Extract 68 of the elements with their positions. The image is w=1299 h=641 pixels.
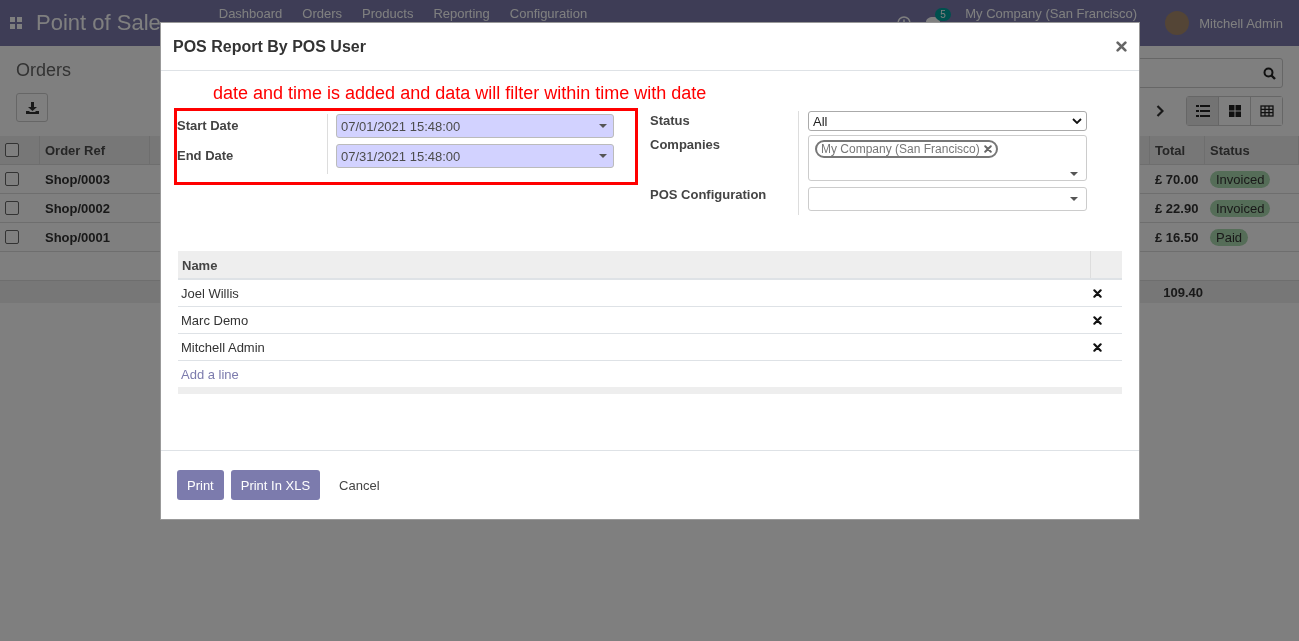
status-badge: Invoiced bbox=[1210, 170, 1271, 188]
company-tag: My Company (San Francisco) bbox=[815, 140, 998, 158]
search-icon bbox=[1263, 66, 1276, 80]
table-cell: £ 16.50 bbox=[1150, 223, 1205, 252]
apps-menu-icon[interactable] bbox=[10, 17, 22, 29]
companies-field[interactable]: My Company (San Francisco) bbox=[808, 135, 1087, 181]
dialog-title: POS Report By POS User bbox=[173, 37, 366, 56]
table-cell: £ 70.00 bbox=[1150, 165, 1205, 194]
table-cell: Shop/0001 bbox=[40, 223, 150, 252]
table-cell: Joel Willis bbox=[181, 285, 239, 301]
menu-item[interactable]: Reporting bbox=[433, 6, 490, 21]
status-badge: Invoiced bbox=[1210, 199, 1271, 217]
app-title: Point of Sale bbox=[36, 10, 161, 36]
checkbox[interactable] bbox=[5, 143, 19, 157]
menu-item[interactable]: Products bbox=[362, 6, 414, 21]
total-sum: 109.40 bbox=[1163, 284, 1203, 300]
cancel-button[interactable]: Cancel bbox=[329, 470, 390, 500]
table-cell: Mitchell Admin bbox=[181, 339, 265, 355]
checkbox[interactable] bbox=[5, 172, 19, 186]
close-icon[interactable] bbox=[1116, 41, 1127, 52]
caret-icon bbox=[1070, 172, 1078, 176]
download-icon bbox=[25, 101, 39, 114]
date-field[interactable]: 07/31/2021 15:48:00 bbox=[336, 144, 614, 168]
delete-icon[interactable] bbox=[1093, 288, 1102, 298]
menu-item[interactable]: Orders bbox=[302, 6, 343, 21]
caret-icon bbox=[599, 124, 607, 128]
field-label: Status bbox=[650, 112, 691, 130]
field-label: End Date bbox=[177, 147, 235, 165]
field-label: Companies bbox=[650, 136, 722, 154]
breadcrumb: Orders bbox=[16, 60, 71, 81]
date-field[interactable]: 07/01/2021 15:48:00 bbox=[336, 114, 614, 138]
chevron-icon bbox=[1072, 118, 1082, 124]
table-cell: Marc Demo bbox=[181, 312, 249, 328]
menu-item[interactable]: Configuration bbox=[509, 6, 588, 21]
table-cell: Shop/0003 bbox=[40, 165, 150, 194]
column-header[interactable]: Status bbox=[1205, 136, 1299, 165]
kanban-view-icon bbox=[1227, 104, 1242, 118]
company-switcher[interactable]: My Company (San Francisco) bbox=[965, 6, 1138, 21]
delete-icon[interactable] bbox=[1093, 315, 1102, 325]
annotation-text: date and time is added and data will filter within time with date bbox=[213, 83, 708, 104]
view-switch-button[interactable] bbox=[1187, 97, 1219, 125]
checkbox[interactable] bbox=[5, 201, 19, 215]
status-badge: Paid bbox=[1210, 228, 1249, 246]
next-page-icon[interactable] bbox=[1156, 105, 1164, 117]
notification-badge: 5 bbox=[935, 8, 951, 21]
column-header[interactable]: Order Ref bbox=[40, 136, 150, 165]
print-button[interactable]: Print bbox=[177, 470, 224, 500]
field-label: Start Date bbox=[177, 117, 240, 135]
list-view-icon bbox=[1195, 104, 1210, 118]
avatar bbox=[1165, 11, 1190, 35]
caret-icon bbox=[599, 154, 607, 158]
download-button[interactable] bbox=[16, 93, 48, 122]
delete-icon[interactable] bbox=[1093, 342, 1102, 352]
remove-icon[interactable] bbox=[983, 145, 992, 153]
grid-view-icon bbox=[1259, 104, 1274, 118]
column-header: Name bbox=[181, 257, 219, 275]
table-cell: £ 22.90 bbox=[1150, 194, 1205, 223]
field-label: POS Configuration bbox=[650, 186, 768, 204]
caret-icon bbox=[1070, 197, 1078, 201]
pos-config-field[interactable] bbox=[808, 187, 1087, 211]
column-header[interactable]: Total bbox=[1150, 136, 1205, 165]
add-line-link[interactable]: Add a line bbox=[181, 366, 239, 382]
status-select[interactable]: All bbox=[808, 111, 1087, 131]
user-menu[interactable]: Mitchell Admin bbox=[1199, 15, 1283, 31]
table-cell: Shop/0002 bbox=[40, 194, 150, 223]
menu-item[interactable]: Dashboard bbox=[218, 6, 283, 21]
print-button[interactable]: Print In XLS bbox=[230, 470, 321, 500]
checkbox[interactable] bbox=[5, 230, 19, 244]
